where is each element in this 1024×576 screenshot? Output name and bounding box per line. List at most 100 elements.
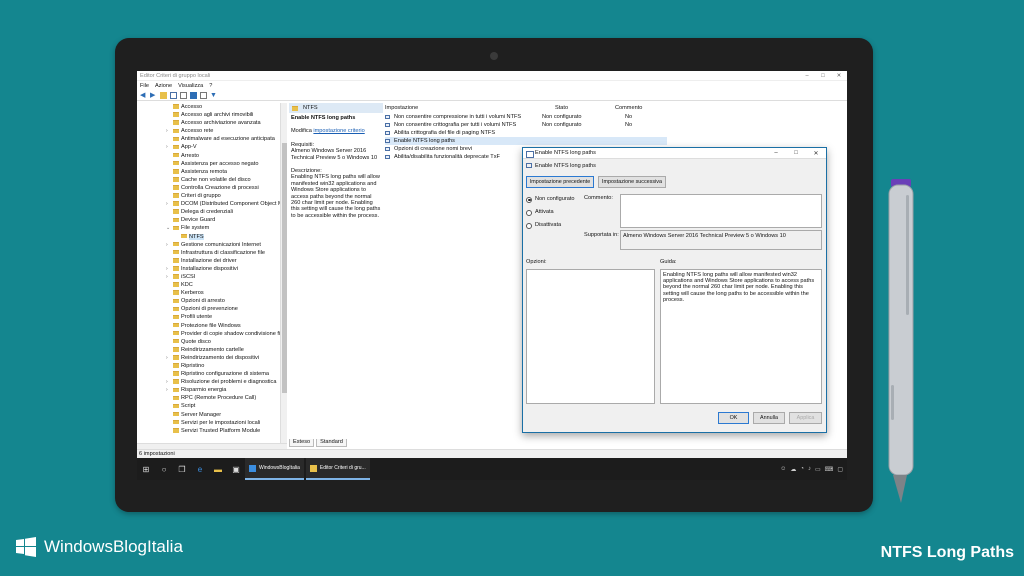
tab-esteso[interactable]: Esteso [289, 439, 315, 447]
tree-item[interactable]: Accesso [137, 103, 286, 111]
export-list-icon[interactable] [180, 91, 187, 99]
cancel-button[interactable]: Annulla [753, 412, 785, 424]
people-icon[interactable]: ☺ [780, 466, 786, 473]
radio-enabled[interactable]: Attivata [526, 209, 554, 216]
comment-field[interactable] [620, 194, 822, 228]
setting-row[interactable]: Abilita crittografia del file di paging … [385, 129, 667, 137]
close-icon[interactable]: ✕ [831, 73, 847, 79]
minimize-icon[interactable]: – [799, 73, 815, 79]
cortana-icon[interactable]: ○ [155, 458, 173, 480]
column-header-setting[interactable]: Impostazione [385, 105, 418, 111]
tree-item[interactable]: KDC [137, 281, 286, 289]
volume-icon[interactable]: ♪ [808, 466, 811, 473]
radio-disabled[interactable]: Disattivata [526, 222, 561, 229]
chevron-right-icon[interactable]: › [166, 265, 168, 273]
tree-item[interactable]: Script [137, 402, 286, 410]
tree-item[interactable]: NTFS [137, 233, 286, 241]
setting-row[interactable]: Enable NTFS long paths [385, 137, 667, 146]
chevron-right-icon[interactable]: › [166, 200, 168, 208]
tree-item[interactable]: › Gestione comunicazioni Internet [137, 241, 286, 249]
dialog-minimize-icon[interactable]: – [766, 150, 786, 156]
tree-item[interactable]: Opzioni di arresto [137, 297, 286, 305]
keyboard-icon[interactable]: ⌨ [825, 466, 834, 473]
battery-icon[interactable]: ▭ [815, 466, 821, 473]
up-folder-icon[interactable] [160, 91, 167, 99]
tab-standard[interactable]: Standard [316, 439, 347, 447]
tree-item[interactable]: Device Guard [137, 216, 286, 224]
tree-item[interactable]: Delega di credenziali [137, 208, 286, 216]
tree-item[interactable]: › Reindirizzamento dei dispositivi [137, 354, 286, 362]
tree-vertical-scrollbar[interactable] [280, 103, 287, 443]
previous-setting-button[interactable]: Impostazione precedente [526, 176, 594, 188]
apply-button[interactable]: Applica [789, 412, 822, 424]
tree-item[interactable]: RPC (Remote Procedure Call) [137, 394, 286, 402]
tree-item[interactable]: Assistenza per accesso negato [137, 160, 286, 168]
tree-item[interactable]: › Risparmio energia [137, 386, 286, 394]
tree-item[interactable]: Protezione file Windows [137, 322, 286, 330]
tree-item[interactable]: Servizi Trusted Platform Module [137, 427, 286, 435]
column-header-state[interactable]: Stato [555, 105, 568, 111]
menu-help[interactable]: ? [209, 83, 212, 89]
tree-item[interactable]: › Risoluzione dei problemi e diagnostica [137, 378, 286, 386]
chevron-right-icon[interactable]: › [166, 143, 168, 151]
show-tree-icon[interactable] [170, 91, 177, 99]
menu-azione[interactable]: Azione [155, 83, 172, 89]
radio-enabled-circle[interactable] [526, 209, 532, 216]
tree-item[interactable]: ⌄ File system [137, 224, 286, 232]
taskbar-app-gpedit[interactable]: Editor Criteri di gru... [305, 458, 370, 480]
tree-item[interactable]: › Installazione dispositivi [137, 265, 286, 273]
start-icon[interactable]: ⊞ [137, 458, 155, 480]
tree-item[interactable]: Provider di copie shadow condivisione fi… [137, 330, 286, 338]
tree-item[interactable]: Infrastruttura di classificazione file [137, 249, 286, 257]
edit-policy-link[interactable]: impostazione criterio [313, 128, 364, 134]
explorer-icon[interactable]: ▬ [209, 458, 227, 480]
tree-item[interactable]: Assistenza remota [137, 168, 286, 176]
taskbar-app-browser[interactable]: WindowsBlogItalia [245, 458, 304, 480]
chevron-right-icon[interactable]: › [166, 127, 168, 135]
notifications-icon[interactable]: ▢ [837, 466, 843, 473]
tree-item[interactable]: Antimalware ad esecuzione anticipata [137, 135, 286, 143]
chevron-right-icon[interactable]: › [166, 273, 168, 281]
menu-file[interactable]: File [140, 83, 149, 89]
tree-item[interactable]: Controlla Creazione di processi [137, 184, 286, 192]
help-icon[interactable] [190, 91, 197, 99]
properties-icon[interactable] [200, 91, 207, 99]
tree-item[interactable]: Criteri di gruppo [137, 192, 286, 200]
tree-item[interactable]: Quote disco [137, 338, 286, 346]
setting-row[interactable]: Non consentire crittografia per tutti i … [385, 121, 667, 129]
tree-item[interactable]: › Accesso rete [137, 127, 286, 135]
chevron-down-icon[interactable]: ⌄ [166, 224, 170, 232]
store-icon[interactable]: ▣ [227, 458, 245, 480]
menu-visualizza[interactable]: Visualizza [178, 83, 203, 89]
tree-item[interactable]: Installazione dei driver [137, 257, 286, 265]
dialog-maximize-icon[interactable]: □ [786, 150, 806, 156]
scrollbar-thumb[interactable] [282, 143, 287, 393]
maximize-icon[interactable]: □ [815, 73, 831, 79]
dialog-close-icon[interactable]: ✕ [806, 150, 826, 157]
tree-item[interactable]: Server Manager [137, 411, 286, 419]
tree-item[interactable]: Arresto [137, 152, 286, 160]
tree-item[interactable]: Reindirizzamento cartelle [137, 346, 286, 354]
tree-item[interactable]: Servizi per le impostazioni locali [137, 419, 286, 427]
radio-not-configured-circle[interactable] [526, 196, 532, 203]
tree-item[interactable]: Profili utente [137, 313, 286, 321]
chevron-right-icon[interactable]: › [166, 378, 168, 386]
column-header-comment[interactable]: Commento [615, 105, 642, 111]
tree-item[interactable]: › App-V [137, 143, 286, 151]
tree-item[interactable]: Ripristino [137, 362, 286, 370]
back-icon[interactable]: ◀ [140, 92, 147, 99]
setting-row[interactable]: Non consentire compressione in tutti i v… [385, 113, 667, 121]
tree-item[interactable]: › DCOM (Distributed Component Object M [137, 200, 286, 208]
tree-item[interactable]: Opzioni di prevenzione [137, 305, 286, 313]
chevron-right-icon[interactable]: › [166, 386, 168, 394]
next-setting-button[interactable]: Impostazione successiva [598, 176, 666, 188]
filter-icon[interactable]: ▼ [210, 92, 217, 99]
tree-item[interactable]: › iSCSI [137, 273, 286, 281]
onedrive-icon[interactable]: ☁ [790, 466, 796, 473]
wifi-icon[interactable]: ◔ [800, 466, 804, 473]
forward-icon[interactable]: ▶ [150, 92, 157, 99]
radio-not-configured[interactable]: Non configurato [526, 196, 575, 203]
tree-item[interactable]: Accesso archiviazione avanzata [137, 119, 286, 127]
ok-button[interactable]: OK [718, 412, 749, 424]
tree-item[interactable]: Kerberos [137, 289, 286, 297]
